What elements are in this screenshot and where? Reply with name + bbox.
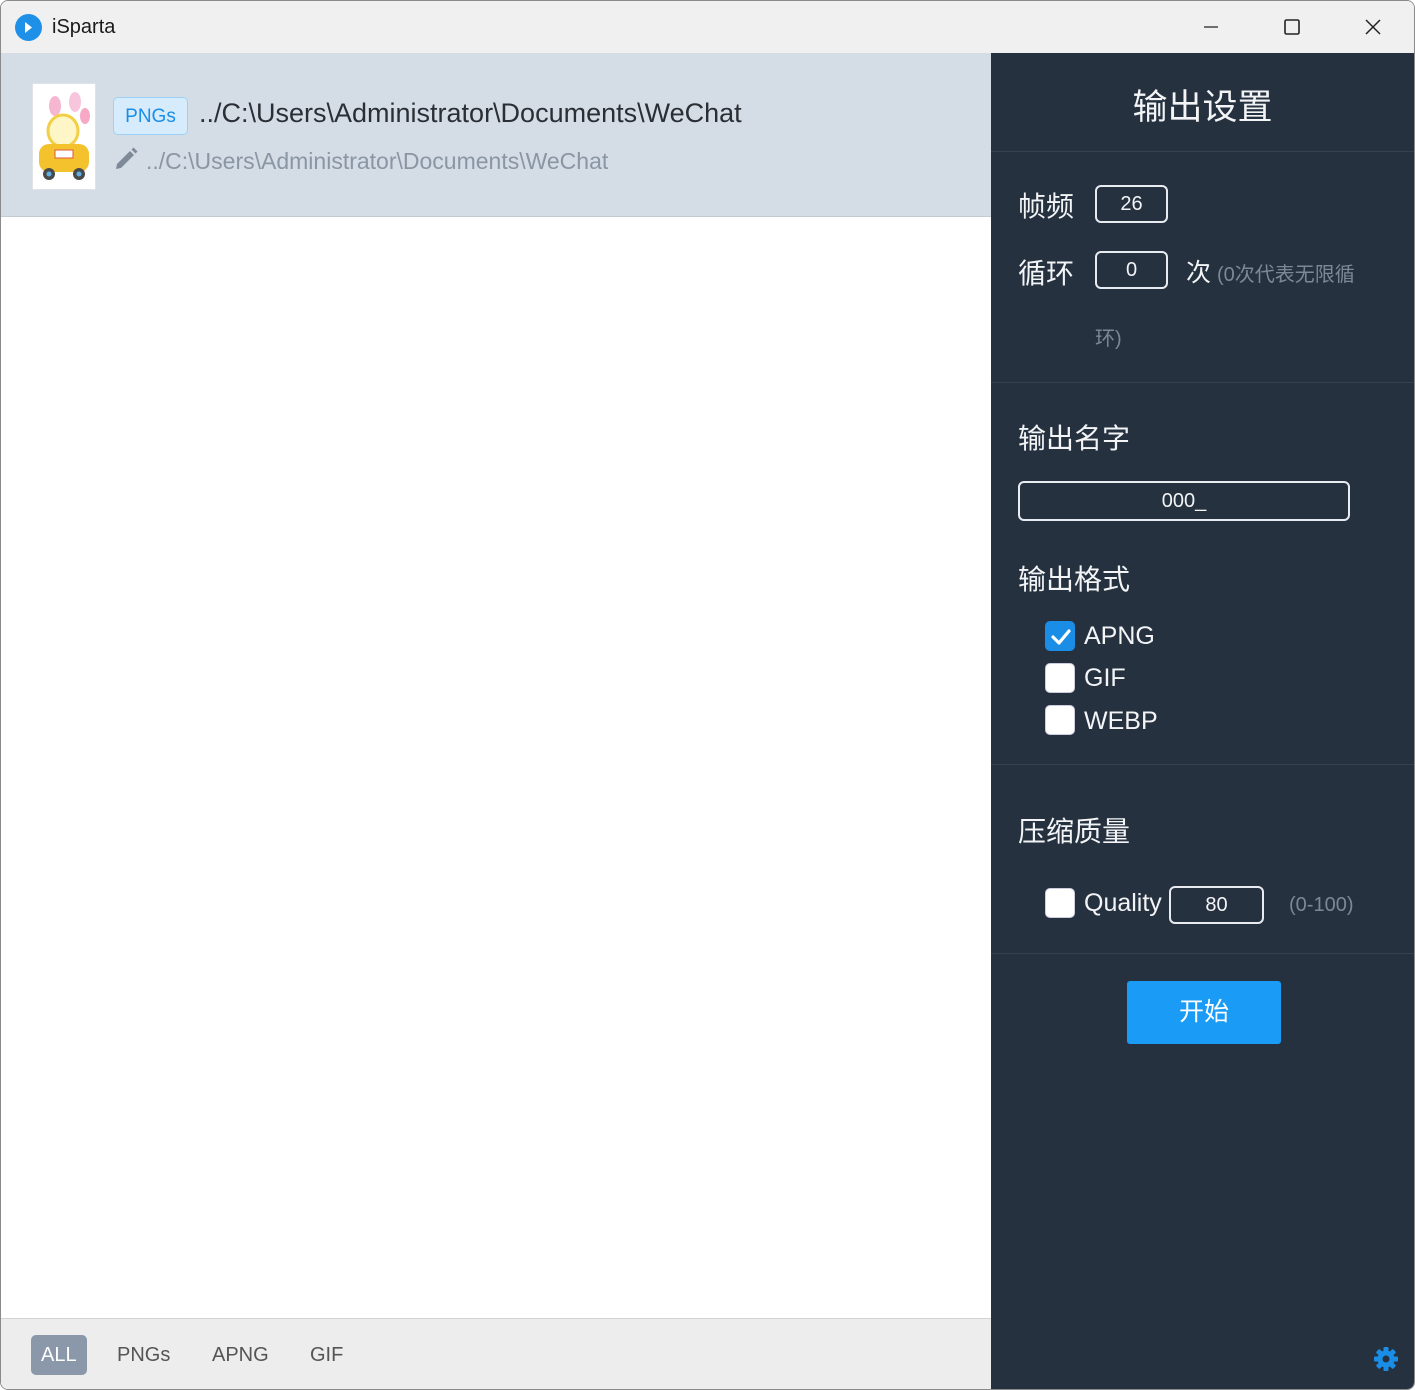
file-type-tag: PNGs	[113, 97, 188, 135]
filter-bar: ALL PNGs APNG GIF	[1, 1318, 991, 1389]
divider	[991, 953, 1414, 954]
divider	[991, 764, 1414, 765]
file-path: ../C:\Users\Administrator\Documents\WeCh…	[199, 98, 742, 128]
webp-checkbox[interactable]	[1045, 705, 1075, 735]
quality-hint: (0-100)	[1289, 894, 1354, 916]
loop-input[interactable]: 0	[1095, 251, 1168, 289]
divider	[991, 151, 1414, 152]
apng-label[interactable]: APNG	[1084, 622, 1155, 651]
gif-checkbox[interactable]	[1045, 663, 1075, 693]
app-title: iSparta	[52, 16, 116, 38]
quality-section-label: 压缩质量	[1018, 816, 1131, 847]
loop-unit: 次	[1186, 259, 1212, 287]
maximize-icon	[1284, 19, 1300, 35]
frame-rate-label: 帧频	[1018, 191, 1075, 222]
close-button[interactable]	[1333, 1, 1413, 53]
apng-checkbox[interactable]	[1045, 621, 1075, 651]
quality-checkbox[interactable]	[1045, 888, 1075, 918]
minimize-icon	[1204, 26, 1218, 28]
output-name-input[interactable]: 000_	[1018, 481, 1350, 521]
gif-label[interactable]: GIF	[1084, 664, 1126, 693]
filter-pngs[interactable]: PNGs	[107, 1335, 180, 1375]
output-format-label: 输出格式	[1018, 564, 1131, 595]
minimize-button[interactable]	[1171, 1, 1251, 53]
app-window: iSparta PNGs ../C:\Users\Administrator\D…	[0, 0, 1415, 1390]
start-button[interactable]: 开始	[1127, 981, 1281, 1044]
file-list-panel: PNGs ../C:\Users\Administrator\Documents…	[1, 53, 991, 1389]
title-bar: iSparta	[1, 1, 1414, 53]
maximize-button[interactable]	[1252, 1, 1332, 53]
gear-icon[interactable]	[1372, 1345, 1400, 1373]
divider	[991, 382, 1414, 383]
filter-apng[interactable]: APNG	[202, 1335, 279, 1375]
webp-label[interactable]: WEBP	[1084, 707, 1158, 736]
loop-hint: (0次代表无限循	[1217, 264, 1355, 286]
app-logo-icon	[15, 14, 42, 41]
settings-title: 输出设置	[1132, 88, 1273, 127]
filter-gif[interactable]: GIF	[300, 1335, 353, 1375]
file-list-item[interactable]: PNGs ../C:\Users\Administrator\Documents…	[1, 53, 991, 217]
output-path[interactable]: ../C:\Users\Administrator\Documents\WeCh…	[146, 148, 608, 175]
quality-label[interactable]: Quality	[1084, 889, 1162, 918]
filter-all[interactable]: ALL	[31, 1335, 87, 1375]
pencil-icon[interactable]	[113, 146, 139, 172]
image-thumbnail-icon	[32, 83, 96, 190]
frame-rate-input[interactable]: 26	[1095, 185, 1168, 223]
quality-input[interactable]: 80	[1169, 886, 1264, 924]
checkmark-icon	[1051, 629, 1071, 645]
output-name-label: 输出名字	[1018, 423, 1131, 454]
loop-hint-cont: 环)	[1095, 328, 1122, 350]
loop-label: 循环	[1018, 258, 1075, 289]
close-icon	[1365, 19, 1381, 35]
settings-panel: 输出设置 帧频 26 循环 0 次 (0次代表无限循 环) 输出名字 000_ …	[991, 53, 1414, 1389]
